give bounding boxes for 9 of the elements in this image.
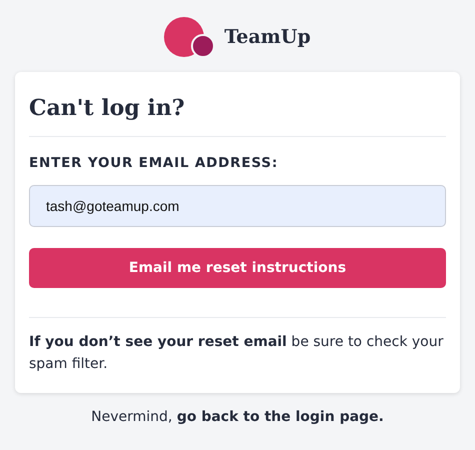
login-link[interactable]: go back to the login page. (176, 409, 384, 425)
page-title: Can't log in? (29, 94, 186, 122)
hint-text: If you don’t see your reset email be sure to check your spam filter. (29, 333, 444, 374)
field-label: ENTER YOUR EMAIL ADDRESS: (29, 155, 280, 171)
logo-icon (164, 17, 214, 57)
submit-button[interactable]: Email me reset instructions (29, 248, 446, 288)
email-field[interactable]: tash@goteamup.com (29, 185, 446, 227)
brand-name: TeamUp (224, 26, 311, 48)
footer-text: Nevermind, (91, 409, 172, 425)
